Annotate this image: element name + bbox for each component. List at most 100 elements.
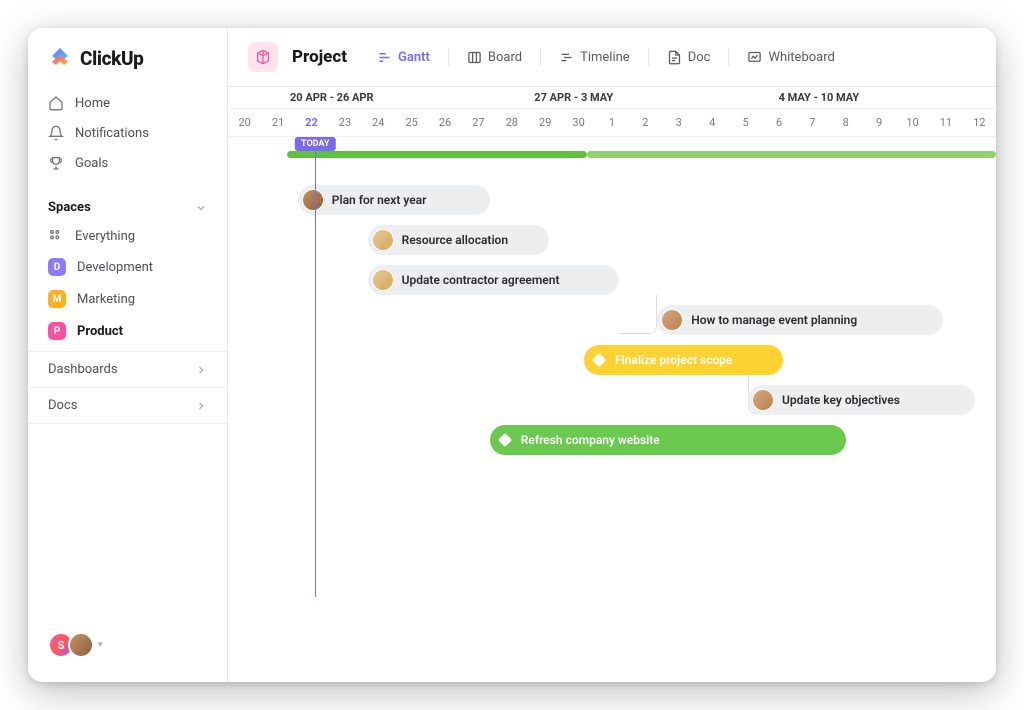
space-label: Marketing (77, 292, 135, 307)
board-icon (467, 50, 482, 65)
space-everything[interactable]: Everything (36, 221, 219, 251)
chevron-right-icon (195, 364, 207, 376)
view-tab-gantt[interactable]: Gantt (367, 44, 440, 71)
space-badge: D (48, 258, 66, 276)
whiteboard-icon (747, 50, 762, 65)
view-tab-timeline[interactable]: Timeline (549, 44, 640, 71)
doc-icon (667, 50, 682, 65)
task-label: Finalize project scope (615, 353, 732, 367)
week-header: 27 APR - 3 MAY (472, 87, 716, 108)
nav-docs[interactable]: Docs (28, 387, 227, 424)
task-avatar (302, 189, 324, 211)
space-badge: P (48, 322, 66, 340)
gantt-icon (377, 50, 392, 65)
day-header: 29 (529, 109, 562, 136)
progress-done (287, 151, 587, 158)
project-title: Project (292, 47, 347, 67)
task-avatar (372, 229, 394, 251)
day-header: 3 (662, 109, 695, 136)
task-bar[interactable]: Finalize project scope (584, 345, 783, 375)
nav-goals[interactable]: Goals (36, 148, 219, 178)
task-bar[interactable]: Resource allocation (368, 225, 549, 255)
project-icon (248, 42, 278, 72)
task-label: Resource allocation (402, 233, 508, 247)
task-bar[interactable]: How to manage event planning (657, 305, 943, 335)
separator (540, 48, 541, 66)
view-tab-doc[interactable]: Doc (657, 44, 721, 71)
spaces-header[interactable]: Spaces (36, 194, 219, 221)
logo[interactable]: ClickUp (28, 46, 227, 88)
task-label: Update contractor agreement (402, 273, 560, 287)
day-header: 9 (862, 109, 895, 136)
day-header: 5 (729, 109, 762, 136)
view-label: Board (488, 50, 522, 65)
task-avatar (752, 389, 774, 411)
day-header: 24 (362, 109, 395, 136)
chevron-right-icon (195, 400, 207, 412)
day-header: 26 (428, 109, 461, 136)
main: Project Gantt Board Timeline Doc (228, 28, 996, 682)
space-label: Development (77, 260, 153, 275)
view-label: Timeline (580, 50, 630, 65)
space-product[interactable]: P Product (36, 315, 219, 347)
day-header: 6 (762, 109, 795, 136)
task-bar[interactable]: Update contractor agreement (368, 265, 619, 295)
bell-icon (48, 125, 64, 141)
caret-icon[interactable]: ▾ (98, 640, 103, 650)
connector (619, 295, 657, 334)
view-label: Gantt (398, 50, 430, 65)
view-label: Doc (688, 50, 711, 65)
day-header: 8 (829, 109, 862, 136)
task-label: Plan for next year (332, 193, 427, 207)
day-header: 25 (395, 109, 428, 136)
task-bar[interactable]: Plan for next year (298, 185, 490, 215)
nav-dashboards[interactable]: Dashboards (28, 351, 227, 387)
space-marketing[interactable]: M Marketing (36, 283, 219, 315)
nav-home[interactable]: Home (36, 88, 219, 118)
sidebar-footer: S ▾ (28, 622, 227, 668)
home-icon (48, 95, 64, 111)
trophy-icon (48, 155, 64, 171)
sidebar: ClickUp Home Notifications Goals Spaces (28, 28, 228, 682)
view-label: Whiteboard (768, 50, 834, 65)
day-header: 10 (896, 109, 929, 136)
spaces-section: Spaces Everything D Development M Market… (28, 178, 227, 351)
week-header: 4 MAY - 10 MAY (717, 87, 961, 108)
timeline-icon (559, 50, 574, 65)
day-header: 21 (261, 109, 294, 136)
task-bar[interactable]: Refresh company website (490, 425, 846, 455)
space-label: Product (77, 324, 123, 339)
day-header: 7 (796, 109, 829, 136)
timeline-area: 20 APR - 26 APR27 APR - 3 MAY4 MAY - 10 … (228, 87, 996, 682)
gantt-body[interactable]: TODAYPlan for next yearResource allocati… (228, 137, 996, 597)
separator (728, 48, 729, 66)
nav-label: Dashboards (48, 362, 118, 377)
header-bar: Project Gantt Board Timeline Doc (228, 28, 996, 87)
space-badge: M (48, 290, 66, 308)
space-label: Everything (75, 229, 135, 244)
day-row: 2021222324252627282930123456789101112 (228, 109, 996, 137)
view-tab-board[interactable]: Board (457, 44, 532, 71)
nav-label: Docs (48, 398, 77, 413)
logo-text: ClickUp (80, 47, 144, 70)
app-window: ClickUp Home Notifications Goals Spaces (28, 28, 996, 682)
day-header: 20 (228, 109, 261, 136)
space-development[interactable]: D Development (36, 251, 219, 283)
avatar-stack[interactable]: S (48, 632, 94, 658)
nav-notifications[interactable]: Notifications (36, 118, 219, 148)
today-line (315, 137, 316, 597)
day-header: 2 (629, 109, 662, 136)
task-label: Refresh company website (521, 433, 660, 447)
nav-label: Notifications (75, 126, 149, 141)
diamond-icon (592, 353, 606, 367)
task-label: How to manage event planning (691, 313, 857, 327)
task-bar[interactable]: Update key objectives (748, 385, 975, 415)
day-header: 11 (929, 109, 962, 136)
view-tab-whiteboard[interactable]: Whiteboard (737, 44, 844, 71)
task-avatar (661, 309, 683, 331)
day-header: 12 (963, 109, 996, 136)
spaces-header-label: Spaces (48, 200, 91, 215)
separator (648, 48, 649, 66)
week-row: 20 APR - 26 APR27 APR - 3 MAY4 MAY - 10 … (228, 87, 996, 109)
nav-label: Goals (75, 156, 108, 171)
